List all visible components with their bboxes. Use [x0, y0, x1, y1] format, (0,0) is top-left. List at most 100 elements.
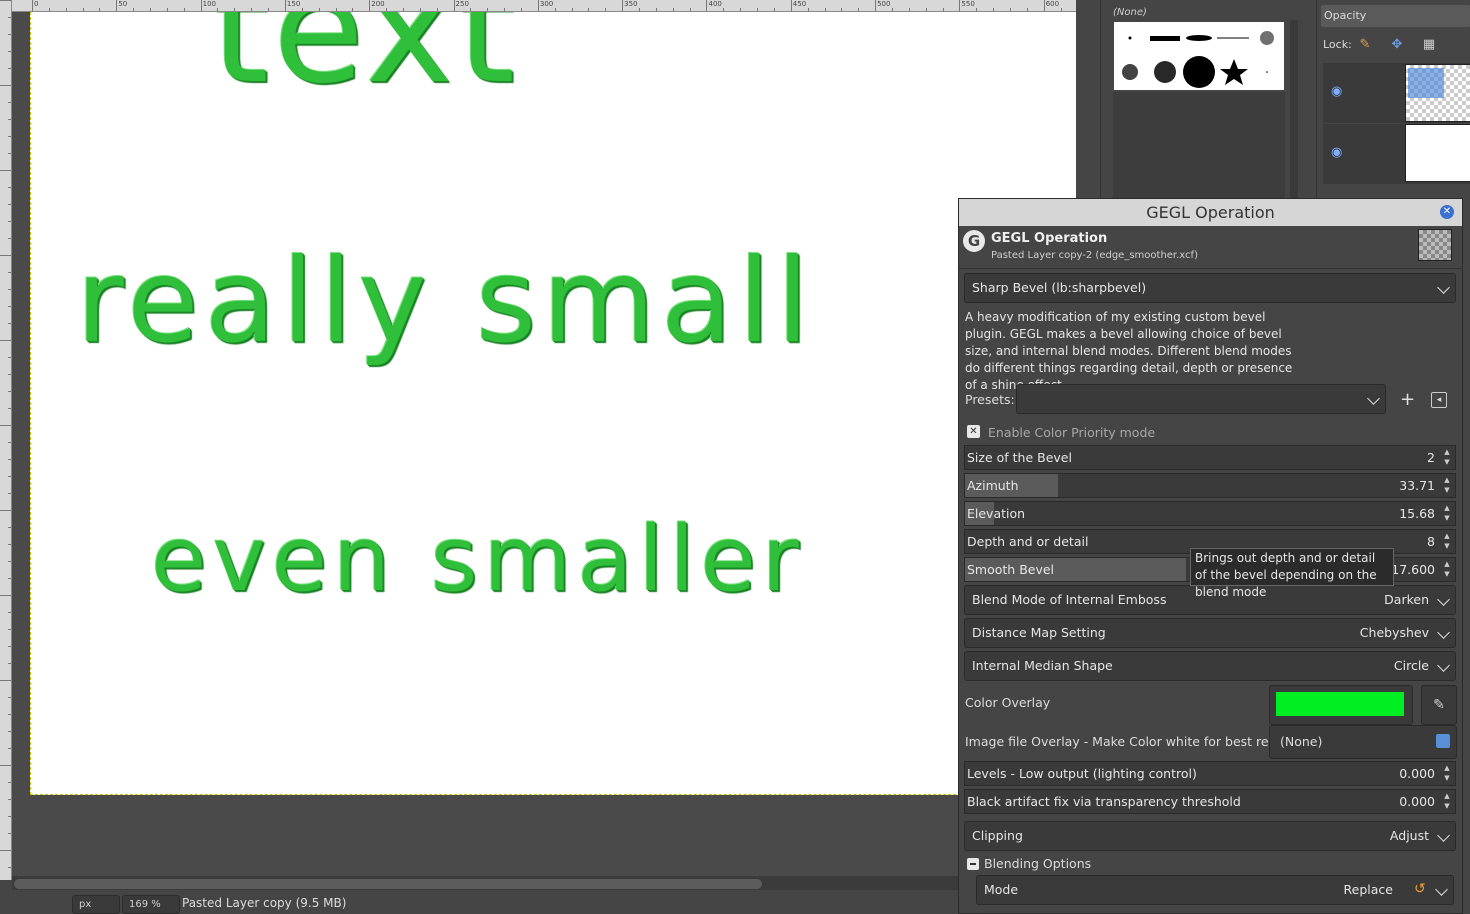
clipping-select[interactable]: Clipping Adjust — [964, 821, 1456, 851]
ruler-tick — [875, 0, 877, 11]
ruler-tick — [740, 8, 742, 11]
lock-pixels-icon[interactable]: ✎ — [1357, 37, 1373, 53]
color-priority-checkbox[interactable]: ✕ — [967, 425, 980, 438]
spinner-value: 17.600 — [1391, 562, 1435, 577]
clipping-value: Adjust — [1389, 828, 1429, 843]
unit-selector[interactable]: px — [72, 895, 120, 914]
color-overlay-button[interactable] — [1269, 685, 1413, 725]
levels-low-output-spinner[interactable]: Levels - Low output (lighting control) 0… — [964, 761, 1456, 786]
ruler-tick-label: 150 — [286, 0, 301, 8]
ruler-tick — [8, 561, 11, 562]
gegl-operation-dialog: GEGL Operation ✕ G GEGL Operation Pasted… — [958, 198, 1463, 914]
blending-options-label[interactable]: Blending Options — [984, 856, 1091, 871]
chevron-down-icon — [1437, 626, 1450, 639]
brush-scrollbar[interactable] — [1290, 20, 1298, 200]
spinner-arrows-icon[interactable]: ▲ ▼ — [1441, 503, 1453, 524]
spinner-arrows-icon[interactable]: ▲ ▼ — [1441, 559, 1453, 580]
ruler-tick — [0, 765, 11, 766]
ruler-tick — [8, 833, 11, 834]
operation-select[interactable]: Sharp Bevel (lb:sharpbevel) — [964, 273, 1456, 303]
add-preset-icon[interactable]: + — [1400, 389, 1415, 410]
spinner-arrows-icon[interactable]: ▲ ▼ — [1441, 475, 1453, 496]
zoom-selector[interactable]: 169 % — [122, 895, 180, 914]
median-shape-select[interactable]: Internal Median Shape Circle — [964, 651, 1456, 681]
color-picker-icon[interactable]: ✎ — [1421, 685, 1457, 725]
image-overlay-file-chooser[interactable]: (None) — [1269, 725, 1457, 759]
ruler-tick — [8, 459, 11, 460]
canvas-area[interactable]: text really small even smaller — [12, 12, 1076, 878]
ruler-tick — [8, 153, 11, 154]
ruler-tick — [32, 0, 33, 11]
opacity-slider[interactable]: Opacity — [1321, 5, 1470, 27]
ruler-tick — [959, 0, 961, 11]
ruler-tick — [976, 8, 978, 11]
horizontal-scrollbar[interactable] — [12, 876, 958, 890]
clipping-label: Clipping — [972, 828, 1023, 843]
spinner-label: Size of the Bevel — [967, 450, 1072, 465]
ruler-tick — [8, 204, 11, 205]
spinner-value: 8 — [1427, 534, 1435, 549]
ruler-tick — [8, 136, 11, 137]
blending-options-expander[interactable] — [967, 858, 979, 870]
spinner-arrows-icon[interactable]: ▲ ▼ — [1441, 763, 1453, 784]
ruler-tick — [504, 8, 506, 11]
ruler-tick — [773, 8, 775, 11]
ruler-tick — [318, 8, 320, 11]
ruler-tick-label: 550 — [961, 0, 975, 8]
ruler-tick — [48, 8, 50, 11]
black-artifact-fix-spinner[interactable]: Black artifact fix via transparency thre… — [964, 789, 1456, 814]
scrollbar-thumb[interactable] — [14, 879, 762, 889]
ruler-tick — [369, 0, 371, 11]
dialog-header-subtitle: Pasted Layer copy-2 (edge_smoother.xcf) — [991, 250, 1198, 261]
ruler-tick — [942, 8, 944, 11]
spinner-arrows-icon[interactable]: ▲ ▼ — [1441, 791, 1453, 812]
distance-map-select[interactable]: Distance Map Setting Chebyshev — [964, 618, 1456, 648]
ruler-tick — [0, 0, 11, 1]
open-file-icon[interactable] — [1436, 734, 1450, 748]
ruler-tick — [1026, 8, 1028, 11]
opacity-label: Opacity — [1324, 9, 1367, 22]
ruler-tick — [217, 8, 219, 11]
lock-position-icon[interactable]: ✥ — [1389, 37, 1405, 53]
ruler-tick — [8, 102, 11, 103]
ruler-tick — [706, 0, 708, 11]
image-overlay-label: Image file Overlay - Make Color white fo… — [965, 734, 1302, 749]
ruler-tick — [790, 0, 792, 11]
ruler-tick — [8, 391, 11, 392]
manage-presets-icon[interactable]: ◂ — [1431, 392, 1447, 408]
spinner-arrows-icon[interactable]: ▲ ▼ — [1441, 447, 1453, 468]
ruler-tick — [841, 8, 843, 11]
dialog-titlebar[interactable]: GEGL Operation ✕ — [959, 199, 1462, 226]
mode-select[interactable]: Mode Replace — [976, 875, 1454, 905]
spinner-arrows-icon[interactable]: ▲ ▼ — [1441, 531, 1453, 552]
ruler-tick — [251, 8, 253, 11]
ruler-tick — [8, 68, 11, 69]
ruler-tick — [1043, 0, 1045, 11]
brush-grid[interactable] — [1114, 22, 1284, 90]
ruler-tick-label: 0 — [34, 0, 39, 8]
lock-alpha-icon[interactable]: ▦ — [1421, 37, 1437, 53]
eye-icon[interactable]: ◉ — [1331, 84, 1342, 99]
ruler-tick — [8, 357, 11, 358]
eye-icon[interactable]: ◉ — [1331, 145, 1342, 160]
presets-select[interactable] — [1016, 384, 1386, 414]
azimuth-spinner[interactable]: Azimuth 33.71 ▲ ▼ — [964, 473, 1456, 498]
ruler-tick — [0, 850, 11, 851]
ruler-tick — [200, 0, 202, 11]
ruler-tick — [8, 799, 11, 800]
elevation-spinner[interactable]: Elevation 15.68 ▲ ▼ — [964, 501, 1456, 526]
ruler-tick — [8, 306, 11, 307]
close-icon[interactable]: ✕ — [1440, 205, 1454, 219]
spinner-label: Depth and or detail — [967, 534, 1089, 549]
ruler-tick — [301, 8, 303, 11]
size-of-bevel-spinner[interactable]: Size of the Bevel 2 ▲ ▼ — [964, 445, 1456, 470]
brush-list — [1113, 92, 1285, 200]
reset-mode-icon[interactable]: ↺ — [1414, 881, 1426, 897]
image-canvas[interactable]: text really small even smaller — [30, 12, 1076, 795]
zoom-value: 169 % — [129, 899, 161, 910]
canvas-text-large: text — [211, 12, 520, 116]
vertical-ruler — [0, 0, 12, 880]
chevron-down-icon — [1437, 829, 1450, 842]
ruler-tick — [521, 8, 522, 11]
dialog-header-title: GEGL Operation — [991, 231, 1108, 246]
